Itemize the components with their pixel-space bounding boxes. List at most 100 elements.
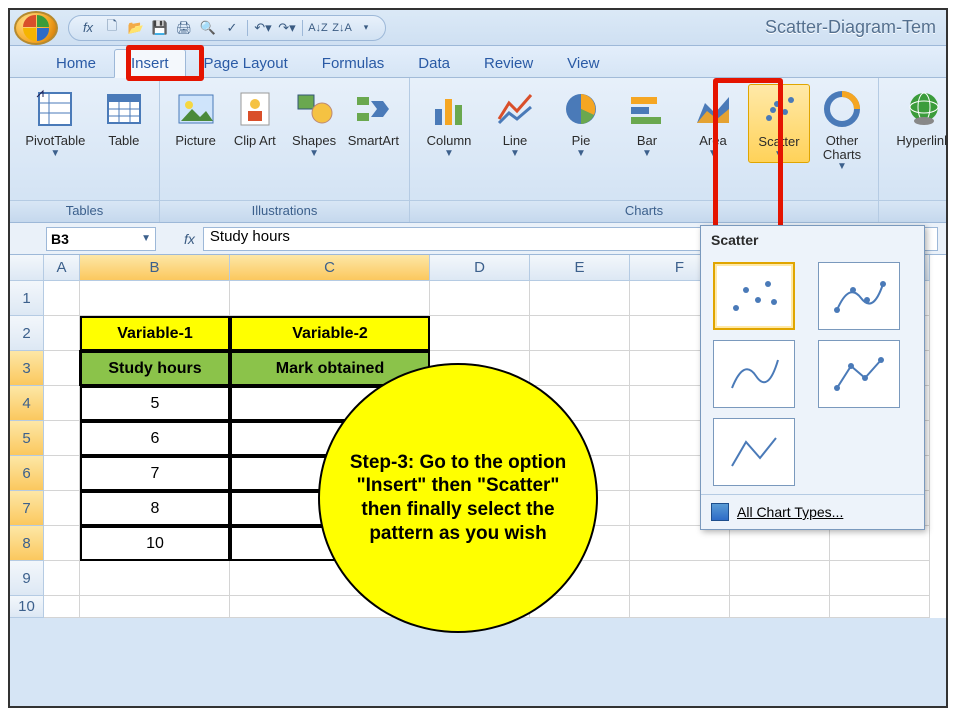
row-header[interactable]: 5 bbox=[10, 421, 44, 456]
cell[interactable] bbox=[630, 561, 730, 596]
cell[interactable]: 8 bbox=[80, 491, 230, 526]
cell[interactable] bbox=[44, 526, 80, 561]
col-header-E[interactable]: E bbox=[530, 255, 630, 281]
line-chart-button[interactable]: Line ▼ bbox=[484, 84, 546, 161]
chevron-down-icon: ▼ bbox=[444, 148, 454, 159]
tab-view[interactable]: View bbox=[551, 50, 615, 77]
cell[interactable] bbox=[230, 281, 430, 316]
row-header[interactable]: 4 bbox=[10, 386, 44, 421]
hyperlink-icon bbox=[903, 86, 945, 132]
chevron-down-icon: ▼ bbox=[510, 148, 520, 159]
pivottable-button[interactable]: PivotTable ▼ bbox=[18, 84, 93, 161]
cell[interactable] bbox=[530, 316, 630, 351]
cell[interactable] bbox=[80, 281, 230, 316]
bar-chart-icon bbox=[626, 86, 668, 132]
col-header-A[interactable]: A bbox=[44, 255, 80, 281]
row-header[interactable]: 1 bbox=[10, 281, 44, 316]
cell[interactable] bbox=[730, 526, 830, 561]
row-header[interactable]: 7 bbox=[10, 491, 44, 526]
new-icon[interactable]: 🗋 bbox=[103, 19, 121, 37]
cell[interactable]: 7 bbox=[80, 456, 230, 491]
col-header-C[interactable]: C bbox=[230, 255, 430, 281]
row-header[interactable]: 8 bbox=[10, 526, 44, 561]
col-header-D[interactable]: D bbox=[430, 255, 530, 281]
smartart-button[interactable]: SmartArt bbox=[346, 84, 401, 150]
cell[interactable] bbox=[80, 596, 230, 618]
tab-page-layout[interactable]: Page Layout bbox=[188, 50, 304, 77]
cell[interactable] bbox=[830, 596, 930, 618]
cell[interactable] bbox=[630, 526, 730, 561]
undo-icon[interactable]: ↶▾ bbox=[254, 19, 272, 37]
cell[interactable]: Variable-2 bbox=[230, 316, 430, 351]
cell[interactable] bbox=[44, 386, 80, 421]
tab-formulas[interactable]: Formulas bbox=[306, 50, 401, 77]
other-charts-button[interactable]: Other Charts ▼ bbox=[814, 84, 870, 174]
all-chart-types-link[interactable]: All Chart Types... bbox=[701, 494, 924, 529]
select-all-corner[interactable] bbox=[10, 255, 44, 281]
col-header-B[interactable]: B bbox=[80, 255, 230, 281]
preview-icon[interactable]: 🔍 bbox=[199, 19, 217, 37]
chevron-down-icon: ▼ bbox=[309, 148, 319, 159]
name-box[interactable]: B3 ▼ bbox=[46, 227, 156, 251]
tab-data[interactable]: Data bbox=[402, 50, 466, 77]
pie-chart-button[interactable]: Pie ▼ bbox=[550, 84, 612, 161]
cell[interactable]: 6 bbox=[80, 421, 230, 456]
print-icon[interactable]: 🖨 bbox=[175, 19, 193, 37]
picture-icon bbox=[175, 86, 217, 132]
cell[interactable] bbox=[44, 456, 80, 491]
save-icon[interactable]: 💾 bbox=[151, 19, 169, 37]
clipart-button[interactable]: Clip Art bbox=[227, 84, 282, 150]
cell[interactable] bbox=[80, 561, 230, 596]
column-chart-button[interactable]: Column ▼ bbox=[418, 84, 480, 161]
tab-review[interactable]: Review bbox=[468, 50, 549, 77]
tab-home[interactable]: Home bbox=[40, 50, 112, 77]
cell[interactable]: 5 bbox=[80, 386, 230, 421]
office-button[interactable] bbox=[14, 11, 58, 45]
spell-icon[interactable]: ✓ bbox=[223, 19, 241, 37]
cell[interactable] bbox=[530, 281, 630, 316]
scatter-smooth-lines[interactable] bbox=[713, 340, 795, 408]
qat-more-icon[interactable]: ▾ bbox=[357, 19, 375, 37]
cell[interactable] bbox=[730, 561, 830, 596]
row-header[interactable]: 2 bbox=[10, 316, 44, 351]
clipart-icon bbox=[234, 86, 276, 132]
row-header[interactable]: 3 bbox=[10, 351, 44, 386]
scatter-markers-only[interactable] bbox=[713, 262, 795, 330]
cell[interactable] bbox=[830, 561, 930, 596]
smartart-icon bbox=[352, 86, 394, 132]
cell[interactable] bbox=[730, 596, 830, 618]
row-header[interactable]: 9 bbox=[10, 561, 44, 596]
shapes-button[interactable]: Shapes ▼ bbox=[286, 84, 341, 161]
fx-icon[interactable]: fx bbox=[184, 231, 195, 247]
cell[interactable] bbox=[430, 316, 530, 351]
picture-button[interactable]: Picture bbox=[168, 84, 223, 150]
open-icon[interactable]: 📂 bbox=[127, 19, 145, 37]
bar-chart-button[interactable]: Bar ▼ bbox=[616, 84, 678, 161]
pie-chart-icon bbox=[560, 86, 602, 132]
cell[interactable] bbox=[44, 421, 80, 456]
cell[interactable] bbox=[430, 281, 530, 316]
table-button[interactable]: Table bbox=[97, 84, 151, 150]
cell[interactable] bbox=[44, 596, 80, 618]
fx-icon[interactable]: fx bbox=[79, 19, 97, 37]
cell[interactable] bbox=[830, 526, 930, 561]
cell[interactable]: 10 bbox=[80, 526, 230, 561]
hyperlink-button[interactable]: Hyperlink bbox=[887, 84, 948, 150]
cell[interactable] bbox=[630, 596, 730, 618]
cell[interactable]: Variable-1 bbox=[80, 316, 230, 351]
sort-asc-icon[interactable]: A↓Z bbox=[309, 19, 327, 37]
row-header[interactable]: 6 bbox=[10, 456, 44, 491]
cell-B3[interactable]: Study hours bbox=[80, 351, 230, 386]
sort-desc-icon[interactable]: Z↓A bbox=[333, 19, 351, 37]
row-header[interactable]: 10 bbox=[10, 596, 44, 618]
cell[interactable] bbox=[44, 281, 80, 316]
scatter-straight-lines[interactable] bbox=[713, 418, 795, 486]
scatter-straight-lines-markers[interactable] bbox=[818, 340, 900, 408]
cell[interactable] bbox=[44, 351, 80, 386]
cell[interactable] bbox=[530, 351, 630, 386]
cell[interactable] bbox=[44, 491, 80, 526]
cell[interactable] bbox=[44, 561, 80, 596]
cell[interactable] bbox=[44, 316, 80, 351]
scatter-smooth-lines-markers[interactable] bbox=[818, 262, 900, 330]
redo-icon[interactable]: ↷▾ bbox=[278, 19, 296, 37]
